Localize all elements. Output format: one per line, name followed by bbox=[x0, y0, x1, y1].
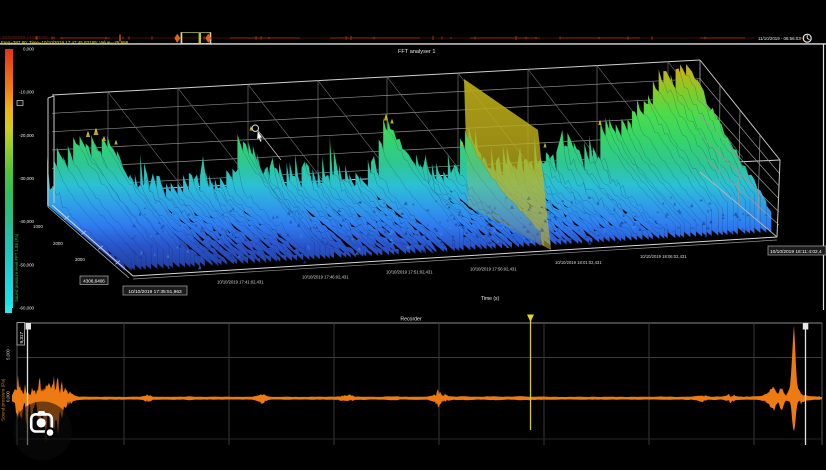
svg-text:3000: 3000 bbox=[75, 257, 85, 262]
svg-text:10/10/2019 18:11:4:02,4: 10/10/2019 18:11:4:02,4 bbox=[770, 249, 822, 255]
svg-text:10/10/2019 17:35:51,963: 10/10/2019 17:35:51,963 bbox=[128, 289, 182, 295]
svg-text:0,000: 0,000 bbox=[6, 390, 11, 402]
svg-text:4306,6406: 4306,6406 bbox=[83, 279, 105, 284]
svg-text:-50,000: -50,000 bbox=[19, 262, 34, 267]
svg-text:2000: 2000 bbox=[53, 241, 63, 246]
svg-text:-20,000: -20,000 bbox=[19, 133, 34, 138]
svg-text:10/10/2019 18:06:02,431: 10/10/2019 18:06:02,431 bbox=[640, 254, 687, 259]
svg-text:-60,000: -60,000 bbox=[19, 306, 34, 311]
svg-text:5,000: 5,000 bbox=[6, 348, 11, 360]
svg-text:Time (s): Time (s) bbox=[481, 296, 499, 302]
svg-text:10/10/2019 17:46:02,431: 10/10/2019 17:46:02,431 bbox=[302, 275, 349, 280]
svg-text:FFT analyser 1: FFT analyser 1 bbox=[398, 49, 436, 55]
svg-text:Sound pressure (Pa): Sound pressure (Pa) bbox=[1, 378, 6, 421]
svg-text:10/10/2019 17:41:02,431: 10/10/2019 17:41:02,431 bbox=[217, 280, 264, 285]
svg-text:0,000: 0,000 bbox=[23, 47, 35, 52]
svg-text:10/10/2019 17:56:02,431: 10/10/2019 17:56:02,431 bbox=[470, 267, 517, 272]
svg-text:Recorder: Recorder bbox=[400, 317, 422, 323]
svg-text:Sound pressure level FFT 1.88: Sound pressure level FFT 1.88 (Pa) bbox=[14, 233, 19, 302]
svg-text:-10,000: -10,000 bbox=[19, 90, 34, 95]
svg-text:10/10/2019 17:51:02,431: 10/10/2019 17:51:02,431 bbox=[386, 270, 433, 275]
svg-text:10/10/2019 18:01:02,431: 10/10/2019 18:01:02,431 bbox=[555, 260, 602, 265]
svg-text:1000: 1000 bbox=[33, 224, 43, 229]
svg-text:9,317: 9,317 bbox=[19, 332, 24, 344]
svg-text:11/10/2019 - 06:56:03: 11/10/2019 - 06:56:03 bbox=[758, 36, 801, 41]
svg-text:-30,000: -30,000 bbox=[19, 176, 34, 181]
